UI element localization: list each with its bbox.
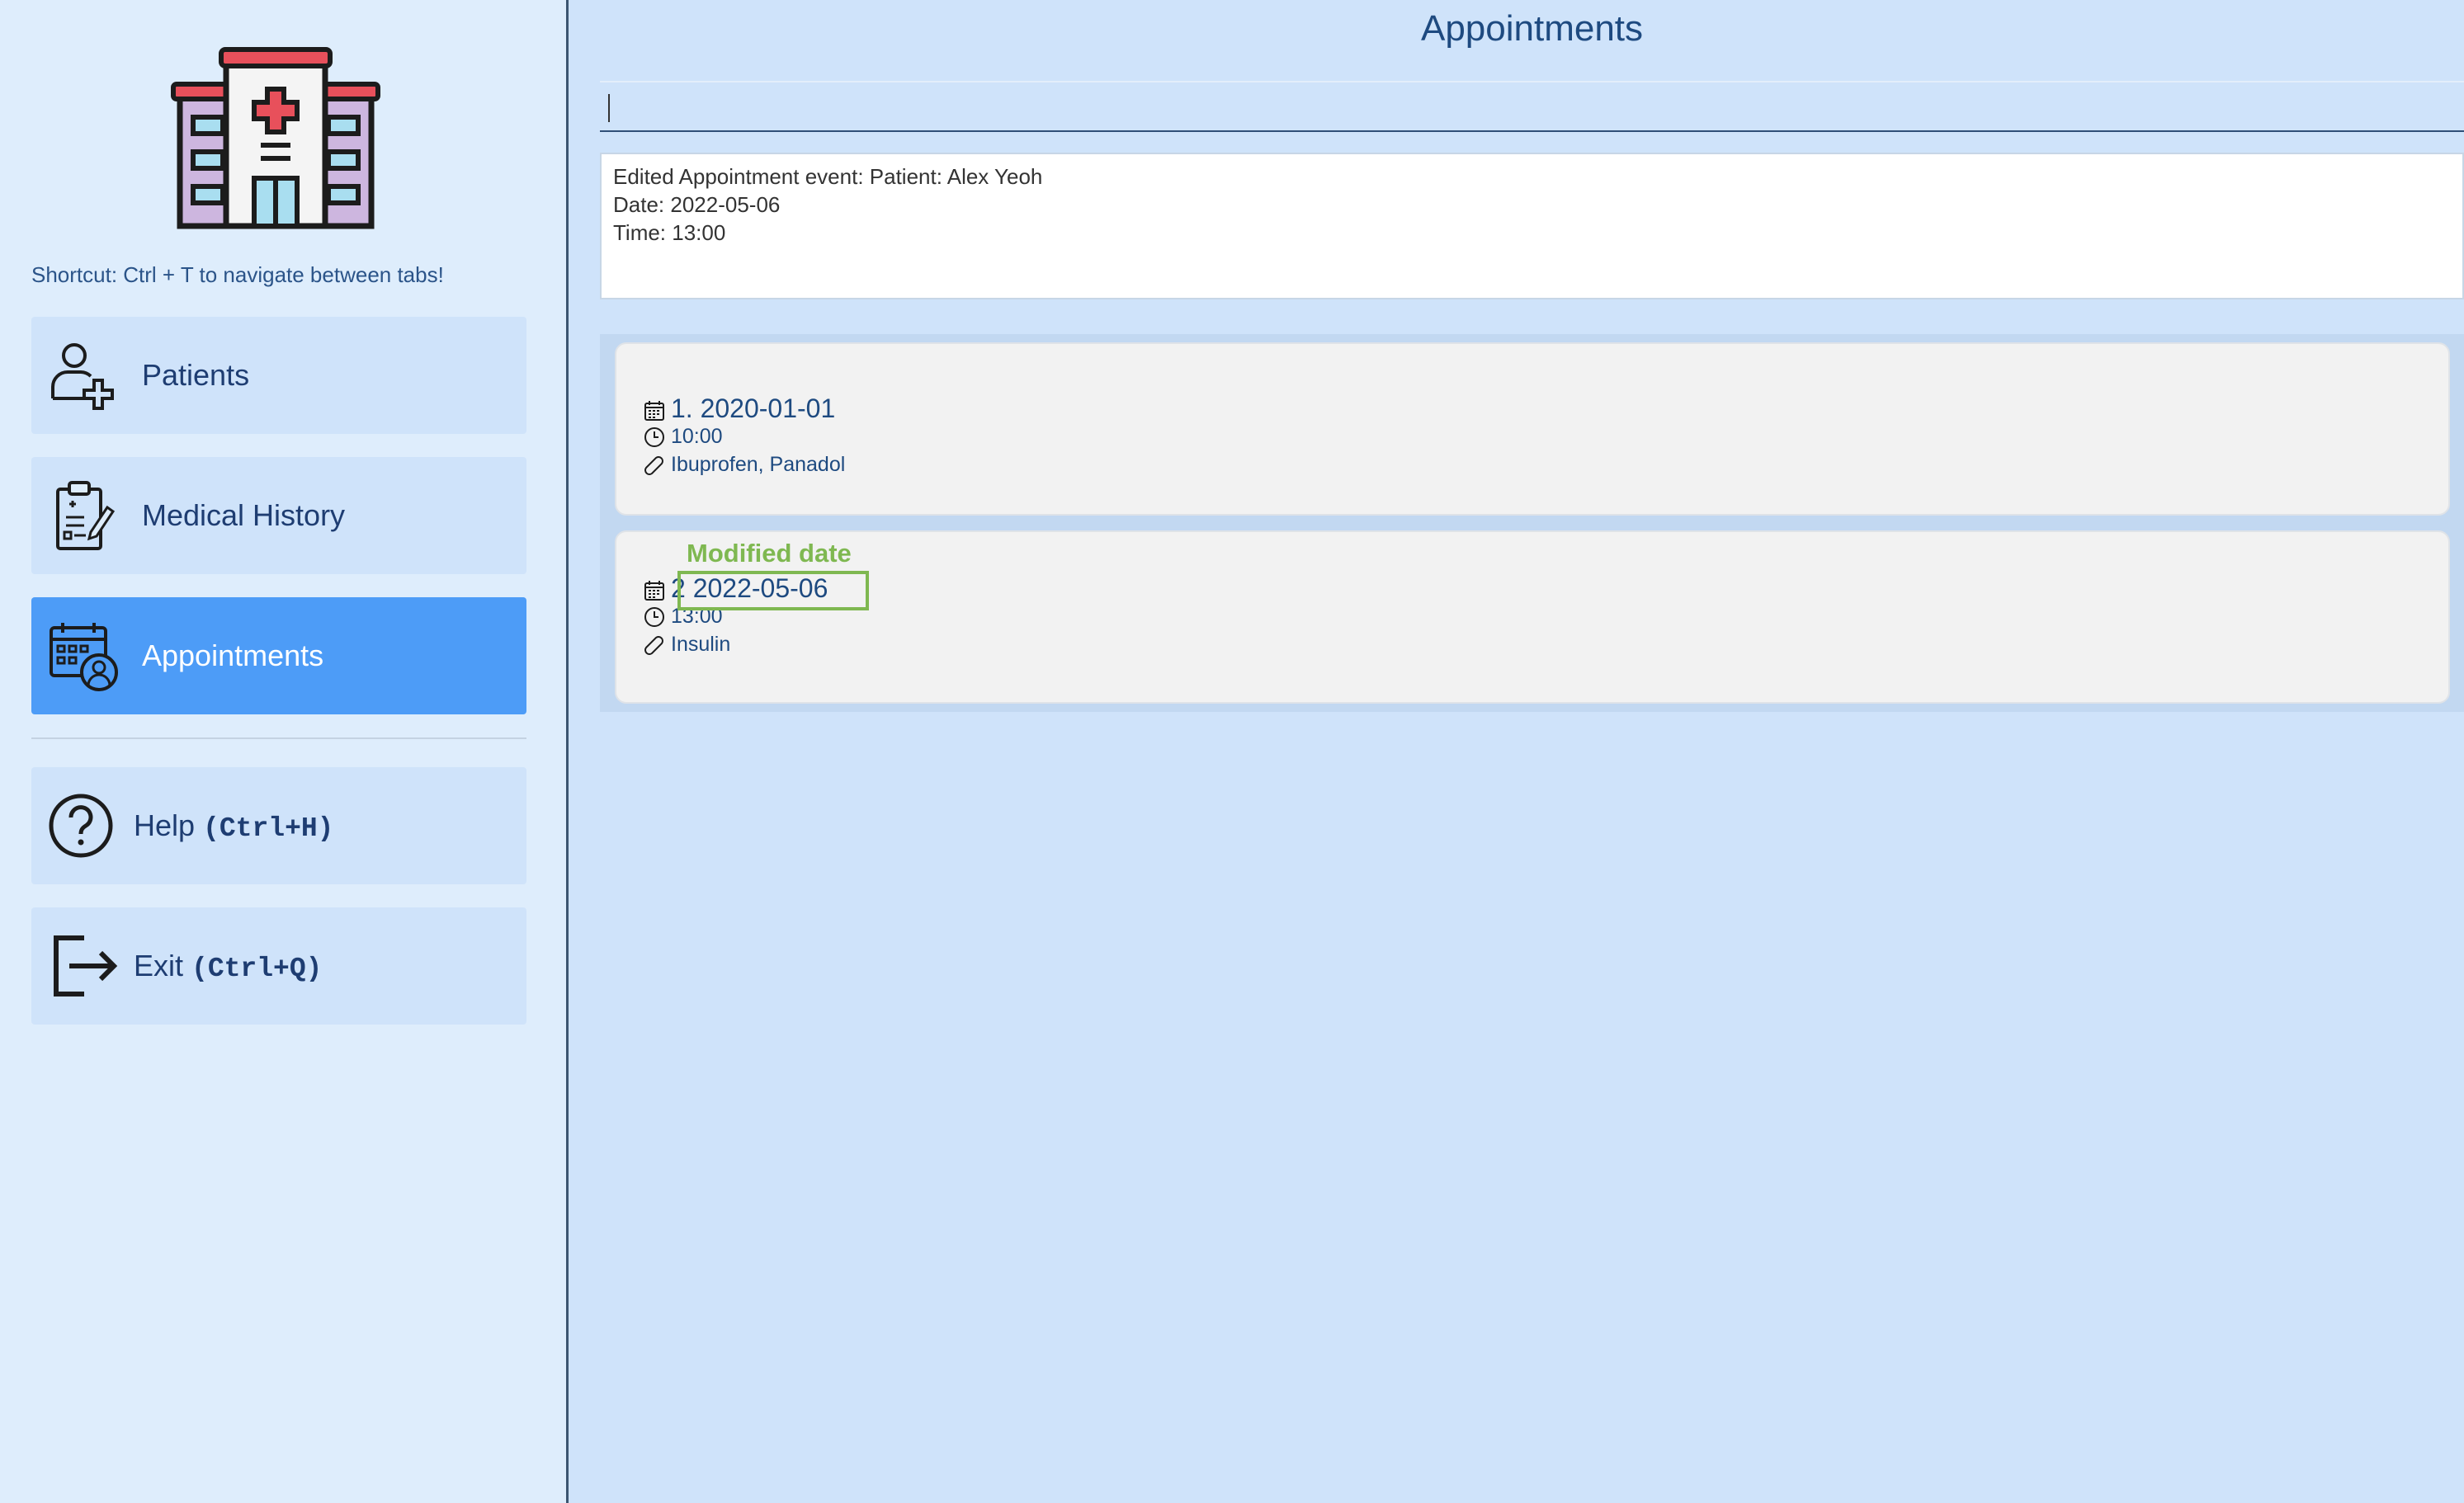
appointment-medication-row: Ibuprofen, Panadol [643, 453, 845, 477]
sidebar-item-label: Patients [142, 358, 250, 392]
hospital-icon [171, 47, 380, 229]
appointment-time-row: 10:00 [643, 425, 723, 449]
command-input[interactable] [608, 82, 2464, 132]
sidebar-item-label: Medical History [142, 498, 346, 532]
annotation-highlight-box [677, 571, 869, 610]
appointment-list: 1. 2020-01-01 10:00 Ibuprofen, Panadol 2… [600, 334, 2464, 712]
calendar-icon [644, 400, 664, 421]
question-icon [49, 794, 113, 858]
appointment-date-row: 1. 2020-01-01 [643, 393, 835, 424]
sidebar-item-appointments[interactable]: Appointments [31, 597, 526, 714]
clock-icon [644, 427, 664, 448]
sidebar-divider [31, 737, 526, 739]
appointment-card[interactable]: 1. 2020-01-01 10:00 Ibuprofen, Panadol [615, 342, 2450, 516]
result-line: Edited Appointment event: Patient: Alex … [613, 164, 1043, 189]
shortcut-hint: Shortcut: Ctrl + T to navigate between t… [31, 262, 444, 287]
exit-icon [54, 935, 118, 997]
help-label: Help [134, 808, 196, 842]
clipboard-icon [56, 481, 116, 550]
command-box[interactable] [600, 81, 2464, 132]
result-line: Time: 13:00 [613, 220, 726, 245]
exit-shortcut: (Ctrl+Q) [191, 954, 323, 984]
appointment-time: 10:00 [671, 425, 723, 448]
main-panel: Appointments Edited Appointment event: P… [569, 0, 2464, 1503]
help-shortcut: (Ctrl+H) [203, 813, 334, 844]
sidebar-item-patients[interactable]: Patients [31, 317, 526, 434]
exit-button[interactable]: Exit (Ctrl+Q) [31, 907, 526, 1025]
appointment-medication: Insulin [671, 633, 731, 656]
result-display: Edited Appointment event: Patient: Alex … [600, 153, 2464, 299]
appointment-card[interactable]: 2 2022-05-06 13:00 Insulin [615, 530, 2450, 704]
add-patient-icon [51, 343, 114, 410]
appointment-medication: Ibuprofen, Panadol [671, 453, 846, 476]
help-button[interactable]: Help (Ctrl+H) [31, 767, 526, 884]
appointment-date: 2020-01-01 [700, 393, 836, 423]
pill-icon [644, 636, 663, 656]
sidebar-item-medical-history[interactable]: Medical History [31, 457, 526, 574]
exit-label: Exit [134, 949, 184, 982]
result-line: Date: 2022-05-06 [613, 192, 781, 217]
appointment-index: 1. [671, 393, 693, 423]
appointment-medication-row: Insulin [643, 633, 730, 657]
clock-icon [644, 607, 664, 628]
sidebar: Shortcut: Ctrl + T to navigate between t… [0, 0, 569, 1503]
page-title: Appointments [1420, 8, 1644, 49]
pill-icon [644, 456, 663, 476]
calendar-icon [644, 580, 664, 601]
text-caret [608, 94, 610, 122]
calendar-doctor-icon [50, 623, 118, 691]
annotation-label: Modified date [687, 539, 852, 568]
sidebar-item-label: Appointments [142, 638, 324, 672]
